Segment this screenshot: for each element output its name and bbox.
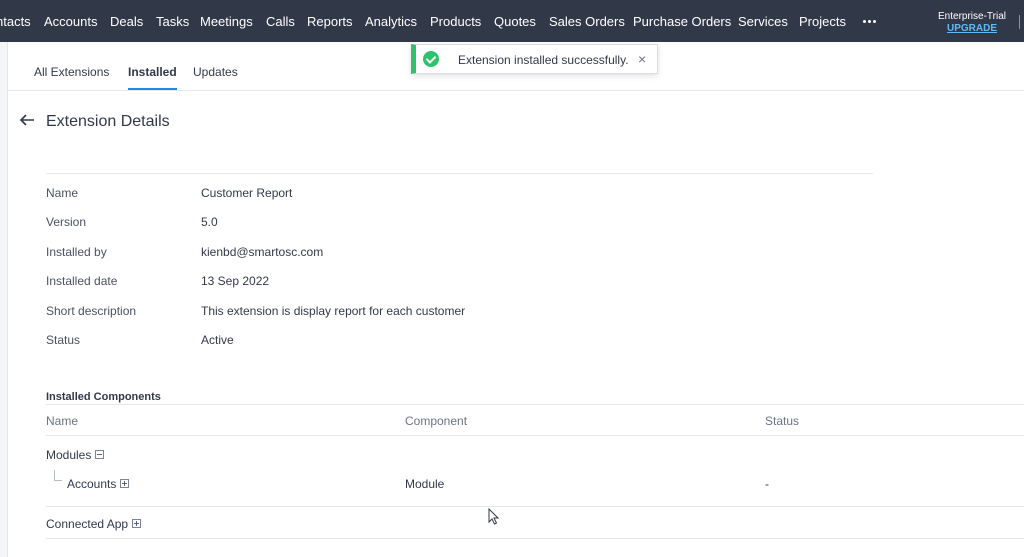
- nav-sales-orders[interactable]: Sales Orders: [549, 0, 625, 42]
- detail-label-name: Name: [46, 186, 79, 200]
- close-icon[interactable]: ×: [638, 51, 646, 67]
- mouse-pointer-icon: [488, 508, 499, 525]
- component-status: -: [765, 477, 769, 491]
- detail-value-installed-date: 13 Sep 2022: [201, 274, 270, 288]
- detail-label-installed-by: Installed by: [46, 245, 107, 259]
- group-row-connected-app: Connected App: [46, 517, 142, 531]
- nav-accounts[interactable]: Accounts: [44, 0, 97, 42]
- detail-label-status: Status: [46, 333, 81, 347]
- table-top-rule: [46, 404, 1024, 405]
- row-divider: [46, 506, 1024, 507]
- content-panel: All Extensions Installed Updates Extensi…: [7, 42, 1024, 557]
- details-divider: [46, 173, 873, 174]
- nav-calls[interactable]: Calls: [266, 0, 295, 42]
- tab-updates[interactable]: Updates: [193, 56, 238, 90]
- nav-meetings[interactable]: Meetings: [200, 0, 253, 42]
- tree-connector: [54, 470, 62, 481]
- component-type: Module: [405, 477, 445, 491]
- group-name: Modules: [46, 448, 92, 462]
- edition-info: Enterprise-Trial UPGRADE: [932, 11, 1012, 35]
- column-header-component: Component: [405, 414, 468, 428]
- nav-purchase-orders[interactable]: Purchase Orders: [633, 0, 731, 42]
- column-header-name: Name: [46, 414, 79, 428]
- nav-contacts[interactable]: ntacts: [0, 0, 31, 42]
- arrow-left-icon[interactable]: [19, 113, 35, 127]
- collapse-toggle-icon[interactable]: [95, 450, 105, 460]
- nav-divider: [1019, 15, 1020, 29]
- tab-all-extensions[interactable]: All Extensions: [34, 56, 109, 90]
- table-header-rule: [46, 435, 1024, 436]
- page-title: Extension Details: [46, 113, 170, 130]
- detail-value-short-description: This extension is display report for eac…: [201, 304, 466, 318]
- group-name: Connected App: [46, 517, 129, 531]
- nav-reports[interactable]: Reports: [307, 0, 353, 42]
- check-circle-icon: [423, 51, 439, 67]
- row-divider: [46, 538, 1024, 539]
- detail-value-status: Active: [201, 333, 234, 347]
- expand-toggle-icon[interactable]: [120, 479, 130, 489]
- success-toast: Extension installed successfully. ×: [411, 44, 658, 74]
- top-navigation-bar: ntacts Accounts Deals Tasks Meetings Cal…: [0, 0, 1024, 42]
- nav-deals[interactable]: Deals: [110, 0, 143, 42]
- toast-message: Extension installed successfully.: [458, 53, 629, 67]
- nav-quotes[interactable]: Quotes: [494, 0, 536, 42]
- detail-label-installed-date: Installed date: [46, 274, 118, 288]
- edition-label: Enterprise-Trial: [938, 11, 1006, 22]
- detail-label-version: Version: [46, 215, 87, 229]
- group-row-modules: Modules: [46, 448, 105, 462]
- detail-value-installed-by: kienbd@smartosc.com: [201, 245, 324, 259]
- installed-components-heading: Installed Components: [46, 391, 161, 403]
- nav-analytics[interactable]: Analytics: [365, 0, 417, 42]
- detail-value-version: 5.0: [201, 215, 218, 229]
- column-header-status: Status: [765, 414, 800, 428]
- detail-label-short-description: Short description: [46, 304, 137, 318]
- expand-toggle-icon[interactable]: [132, 519, 142, 529]
- table-row: Accounts: [67, 477, 130, 491]
- detail-value-name: Customer Report: [201, 186, 293, 200]
- nav-tasks[interactable]: Tasks: [156, 0, 189, 42]
- nav-projects[interactable]: Projects: [799, 0, 846, 42]
- nav-services[interactable]: Services: [738, 0, 788, 42]
- nav-products[interactable]: Products: [430, 0, 481, 42]
- tab-installed[interactable]: Installed: [128, 56, 177, 90]
- upgrade-link[interactable]: UPGRADE: [932, 23, 1012, 35]
- component-name: Accounts: [67, 477, 117, 491]
- more-horizontal-icon[interactable]: [861, 0, 879, 42]
